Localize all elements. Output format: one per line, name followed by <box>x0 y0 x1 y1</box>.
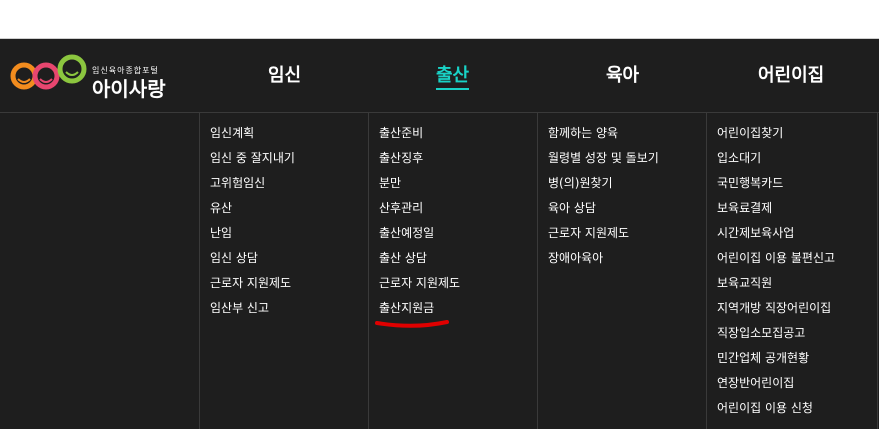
menu-item-daycare[interactable]: 어린이집 이용 신청 <box>717 400 835 425</box>
menu-item-daycare[interactable]: 민간업체 공개현황 <box>717 350 835 375</box>
menu-item-birth[interactable]: 출산징후 <box>379 150 460 175</box>
menu-item-pregnancy[interactable]: 임신 중 잘지내기 <box>210 150 295 175</box>
menu-item-pregnancy[interactable]: 근로자 지원제도 <box>210 275 295 300</box>
site-header: 임신육아종합포털 아이사랑 임신 출산 육아 어린이집 <box>0 39 879 113</box>
nav-parenting[interactable]: 육아 <box>606 61 639 87</box>
menu-column-pregnancy: 임신계획 임신 중 잘지내기 고위험임신 유산 난임 임신 상담 근로자 지원제도 임산부 신… <box>199 113 368 429</box>
menu-item-pregnancy[interactable]: 난임 <box>210 225 295 250</box>
mega-menu: 임신계획 임신 중 잘지내기 고위험임신 유산 난임 임신 상담 근로자 지원제도 임산부 신… <box>0 113 879 429</box>
menu-column-daycare: 어린이집찾기 입소대기 국민행복카드 보육료결제 시간제보육사업 어린이집 이용 불편신고… <box>706 113 878 429</box>
menu-item-daycare[interactable]: 보육교직원 <box>717 275 835 300</box>
logo-circles-icon <box>10 54 87 90</box>
menu-item-parenting[interactable]: 함께하는 양육 <box>548 125 659 150</box>
menu-item-daycare[interactable]: 입소대기 <box>717 150 835 175</box>
menu-column-birth: 출산준비 출산징후 분만 산후관리 출산예정일 출산 상담 근로자 지원제도 출산지원금 <box>368 113 537 429</box>
menu-item-daycare[interactable]: 어린이집 이용 불편신고 <box>717 250 835 275</box>
menu-item-daycare[interactable]: 직장입소모집공고 <box>717 325 835 350</box>
menu-item-birth[interactable]: 출산예정일 <box>379 225 460 250</box>
menu-item-birth[interactable]: 분만 <box>379 175 460 200</box>
menu-item-birth[interactable]: 출산준비 <box>379 125 460 150</box>
site-logo[interactable]: 임신육아종합포털 아이사랑 <box>10 49 180 101</box>
menu-item-pregnancy[interactable]: 임신계획 <box>210 125 295 150</box>
nav-pregnancy[interactable]: 임신 <box>268 61 301 87</box>
menu-item-pregnancy[interactable]: 임신 상담 <box>210 250 295 275</box>
logo-name: 아이사랑 <box>92 77 166 101</box>
nav-daycare[interactable]: 어린이집 <box>758 61 824 87</box>
menu-item-daycare[interactable]: 국민행복카드 <box>717 175 835 200</box>
menu-item-pregnancy[interactable]: 유산 <box>210 200 295 225</box>
menu-item-daycare[interactable]: 보육료결제 <box>717 200 835 225</box>
menu-item-pregnancy[interactable]: 임산부 신고 <box>210 300 295 325</box>
menu-item-daycare[interactable]: 시간제보육사업 <box>717 225 835 250</box>
menu-item-parenting[interactable]: 월령별 성장 및 돌보기 <box>548 150 659 175</box>
menu-item-pregnancy[interactable]: 고위험임신 <box>210 175 295 200</box>
menu-item-parenting[interactable]: 육아 상담 <box>548 200 659 225</box>
menu-item-parenting[interactable]: 병(의)원찾기 <box>548 175 659 200</box>
menu-item-daycare[interactable]: 연장반어린이집 <box>717 375 835 400</box>
menu-item-birth[interactable]: 산후관리 <box>379 200 460 225</box>
menu-item-parenting[interactable]: 근로자 지원제도 <box>548 225 659 250</box>
menu-item-birth[interactable]: 출산 상담 <box>379 250 460 275</box>
nav-birth[interactable]: 출산 <box>436 61 470 90</box>
menu-item-daycare[interactable]: 지역개방 직장어린이집 <box>717 300 835 325</box>
browser-top-area <box>0 0 879 39</box>
red-annotation-underline <box>375 320 449 328</box>
menu-item-parenting[interactable]: 장애아육아 <box>548 250 659 275</box>
menu-item-daycare[interactable]: 어린이집찾기 <box>717 125 835 150</box>
menu-item-birth[interactable]: 근로자 지원제도 <box>379 275 460 300</box>
menu-column-parenting: 함께하는 양육 월령별 성장 및 돌보기 병(의)원찾기 육아 상담 근로자 지원제도 장… <box>537 113 706 429</box>
